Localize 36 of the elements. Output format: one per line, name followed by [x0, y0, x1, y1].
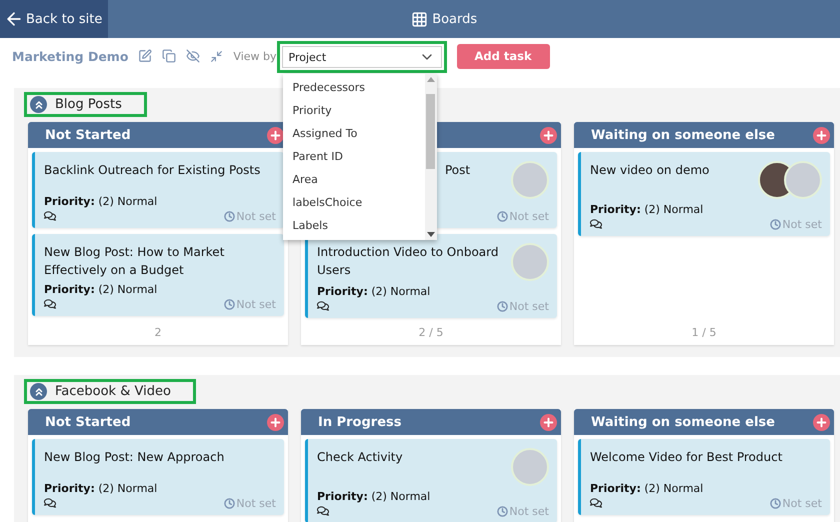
column-title: In Progress — [318, 414, 402, 430]
column-title: Not Started — [45, 128, 131, 142]
due-date: Not set — [236, 298, 276, 310]
column-title: Waiting on someone else — [591, 414, 775, 430]
column-title: Waiting on someone else — [591, 128, 775, 142]
due-date: Not set — [782, 496, 822, 510]
due-date: Not set — [236, 496, 276, 510]
task-title: Backlink Outreach for Existing Posts — [44, 162, 260, 179]
due-date: Not set — [782, 218, 822, 230]
due-date: Not set — [509, 504, 549, 518]
due-date: Not set — [509, 300, 549, 312]
task-title: Welcome Video for Best Product — [590, 449, 782, 466]
task-title: Introduction Video to Onboard Users — [317, 244, 500, 279]
priority-text: Priority: (2) Normal — [44, 482, 158, 495]
card-count: 1 / 5 — [692, 325, 716, 341]
due-date: Not set — [509, 210, 549, 222]
due-date: Not set — [236, 210, 276, 222]
priority-text: Priority: (2) Normal — [317, 285, 432, 298]
priority-text: Priority: (2) Normal — [590, 482, 704, 495]
priority-text: Priority: (2) Normal — [317, 490, 432, 503]
task-title: Post — [444, 162, 470, 179]
priority-text: Priority: (2) Normal — [44, 195, 158, 208]
group-title: Blog Posts — [55, 97, 122, 112]
task-title: New Blog Post: New Approach — [44, 449, 224, 466]
view-by-label: View by — [233, 50, 277, 62]
priority-text: Priority: (2) Normal — [590, 203, 704, 216]
column-title: Not Started — [45, 414, 131, 430]
task-title: New Blog Post: How to Market Effectively on a Budget — [44, 244, 226, 279]
card-count: 2 / 5 — [418, 325, 444, 341]
board-name: Marketing Demo — [12, 48, 128, 64]
task-title: Check Activity — [317, 449, 403, 466]
card-count: 2 — [154, 325, 162, 341]
task-title: New video on demo — [590, 162, 710, 179]
group-title: Facebook & Video — [55, 384, 171, 399]
priority-text: Priority: (2) Normal — [44, 283, 158, 296]
page-title: Boards — [432, 12, 478, 26]
